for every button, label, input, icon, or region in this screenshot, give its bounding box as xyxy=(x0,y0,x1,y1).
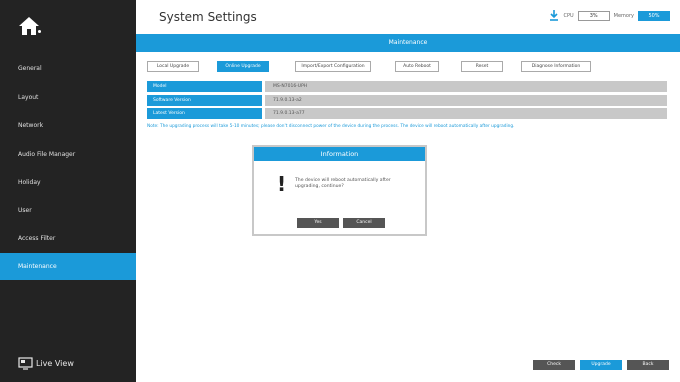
sidebar-item-holiday[interactable]: Holiday xyxy=(0,169,136,196)
upgrade-button[interactable]: Upgrade xyxy=(580,360,622,370)
sidebar-item-layout[interactable]: Layout xyxy=(0,84,136,111)
dialog-title: Information xyxy=(254,147,425,161)
tab-online-upgrade[interactable]: Online Upgrade xyxy=(217,61,269,72)
tab-local-upgrade[interactable]: Local Upgrade xyxy=(147,61,199,72)
live-view-label: Live View xyxy=(36,359,74,368)
sidebar-item-audio-file-manager[interactable]: Audio File Manager xyxy=(0,141,136,168)
info-label: Latest Version xyxy=(147,108,262,119)
sidebar-item-general[interactable]: General xyxy=(0,55,136,82)
check-button[interactable]: Check xyxy=(533,360,575,370)
cpu-value: 3% xyxy=(577,10,610,21)
information-dialog: Information ! The device will reboot aut… xyxy=(252,145,427,236)
tab-import-export-configuration[interactable]: Import/Export Configuration xyxy=(295,61,371,72)
memory-label: Memory xyxy=(613,12,634,19)
info-label: Model xyxy=(147,81,262,92)
info-row-software-version: Software Version 71.9.0.13-a2 xyxy=(147,95,667,106)
memory-value: 50% xyxy=(638,10,670,21)
yes-button[interactable]: Yes xyxy=(297,218,339,228)
system-stats: CPU 3% Memory 50% xyxy=(549,10,670,21)
home-icon[interactable] xyxy=(18,16,44,38)
info-row-latest-version: Latest Version 71.9.0.13-a77 xyxy=(147,108,667,119)
warning-icon: ! xyxy=(277,172,287,196)
info-label: Software Version xyxy=(147,95,262,106)
info-value: 71.9.0.13-a77 xyxy=(265,108,667,119)
dialog-message: The device will reboot automatically aft… xyxy=(295,178,391,189)
cpu-label: CPU xyxy=(563,12,574,19)
sidebar: General Layout Network Audio File Manage… xyxy=(0,0,136,382)
tab-auto-reboot[interactable]: Auto Reboot xyxy=(395,61,439,72)
page-title: System Settings xyxy=(159,10,257,24)
info-row-model: Model MS-N7016-UPH xyxy=(147,81,667,92)
sidebar-item-access-filter[interactable]: Access Filter xyxy=(0,225,136,252)
tab-reset[interactable]: Reset xyxy=(461,61,503,72)
monitor-icon xyxy=(18,357,33,370)
cancel-button[interactable]: Cancel xyxy=(343,218,385,228)
info-value: MS-N7016-UPH xyxy=(265,81,667,92)
download-icon[interactable] xyxy=(549,10,559,21)
sidebar-item-maintenance[interactable]: Maintenance xyxy=(0,253,136,280)
live-view-button[interactable]: Live View xyxy=(18,357,74,370)
upgrade-note: Note: The upgrading process will take 5-… xyxy=(147,124,515,129)
section-header: Maintenance xyxy=(136,34,680,52)
tab-diagnose-information[interactable]: Diagnose Information xyxy=(521,61,591,72)
sidebar-item-network[interactable]: Network xyxy=(0,112,136,139)
sidebar-item-user[interactable]: User xyxy=(0,197,136,224)
back-button[interactable]: Back xyxy=(627,360,669,370)
info-value: 71.9.0.13-a2 xyxy=(265,95,667,106)
